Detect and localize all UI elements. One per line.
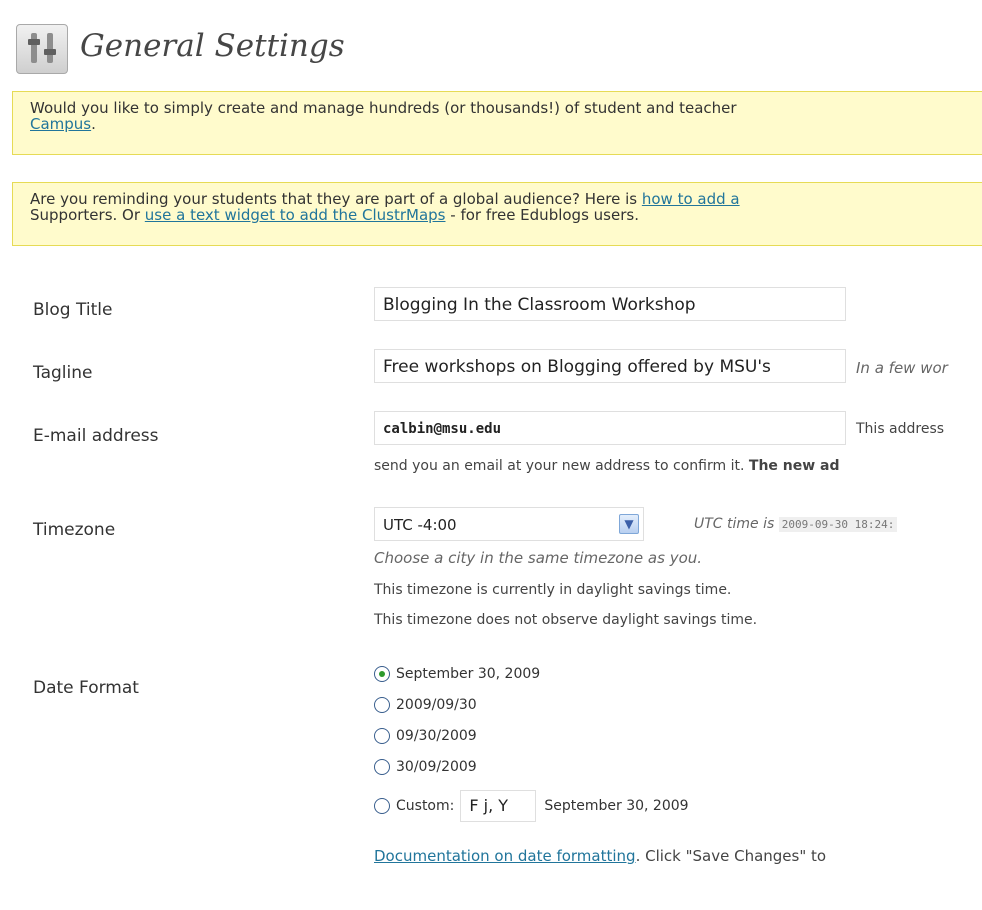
chevron-down-icon[interactable]: ▼ xyxy=(619,514,639,534)
utc-time-readout: UTC time is 2009-09-30 18:24: xyxy=(694,516,898,532)
notice-text: Would you like to simply create and mana… xyxy=(30,99,737,117)
icon-slider-knob xyxy=(44,49,56,55)
email-note: send you an email at your new address to… xyxy=(374,458,840,474)
icon-slider-bar xyxy=(31,33,37,63)
campus-notice: Would you like to simply create and mana… xyxy=(12,91,982,155)
timezone-selected: UTC -4:00 xyxy=(383,516,457,534)
dst-note: This timezone is currently in daylight s… xyxy=(374,582,732,598)
custom-label: Custom: xyxy=(396,798,455,814)
page-title: General Settings xyxy=(80,28,345,64)
date-format-label: Date Format xyxy=(33,678,139,698)
radio-label: 09/30/2009 xyxy=(396,728,477,744)
email-label: E-mail address xyxy=(33,426,159,446)
date-doc-after: . Click "Save Changes" to xyxy=(635,847,827,865)
notice-text: Supporters. Or xyxy=(30,206,145,224)
radio-label: 2009/09/30 xyxy=(396,697,477,713)
timezone-label: Timezone xyxy=(33,520,116,540)
clustrmaps-notice: Are you reminding your students that the… xyxy=(12,182,982,246)
date-format-option[interactable]: 30/09/2009 xyxy=(374,759,477,785)
settings-page: General Settings Would you like to simpl… xyxy=(0,0,982,910)
email-note-text: send you an email at your new address to… xyxy=(374,458,749,474)
email-note-bold: The new ad xyxy=(748,458,840,474)
timezone-hint: Choose a city in the same timezone as yo… xyxy=(374,549,703,567)
radio-icon[interactable] xyxy=(374,697,390,713)
observe-dst-note: This timezone does not observe daylight … xyxy=(374,612,758,628)
utc-time-value: 2009-09-30 18:24: xyxy=(778,517,898,532)
email-input[interactable]: calbin@msu.edu xyxy=(374,411,846,445)
notice-punct: . xyxy=(91,115,96,133)
clustrmaps-widget-link[interactable]: use a text widget to add the ClustrMaps xyxy=(145,206,446,224)
settings-sliders-icon xyxy=(16,24,68,74)
date-format-custom-option[interactable]: Custom: F j, Y September 30, 2009 xyxy=(374,788,689,824)
blog-title-input[interactable]: Blogging In the Classroom Workshop xyxy=(374,287,846,321)
tagline-input[interactable]: Free workshops on Blogging offered by MS… xyxy=(374,349,846,383)
tagline-hint: In a few wor xyxy=(856,359,948,377)
date-doc-line: Documentation on date formatting. Click … xyxy=(374,847,826,865)
radio-label: 30/09/2009 xyxy=(396,759,477,775)
date-format-option[interactable]: 09/30/2009 xyxy=(374,728,477,754)
radio-label: September 30, 2009 xyxy=(396,666,541,682)
radio-icon[interactable] xyxy=(374,728,390,744)
radio-checked-icon[interactable] xyxy=(374,666,390,682)
utc-time-label: UTC time is xyxy=(694,516,775,532)
tagline-label: Tagline xyxy=(33,363,93,383)
date-format-option[interactable]: September 30, 2009 xyxy=(374,666,540,692)
custom-format-preview: September 30, 2009 xyxy=(544,798,689,814)
icon-slider-knob xyxy=(28,39,40,45)
radio-icon[interactable] xyxy=(374,759,390,775)
timezone-select[interactable]: UTC -4:00 ▼ xyxy=(374,507,644,541)
how-to-add-link[interactable]: how to add a xyxy=(642,190,740,208)
blog-title-label: Blog Title xyxy=(33,300,113,320)
radio-icon[interactable] xyxy=(374,798,390,814)
campus-link[interactable]: Campus xyxy=(30,115,91,133)
icon-slider-bar xyxy=(47,33,53,63)
custom-format-input[interactable]: F j, Y xyxy=(460,790,537,822)
date-formatting-doc-link[interactable]: Documentation on date formatting xyxy=(374,847,636,865)
notice-text: - for free Edublogs users. xyxy=(445,206,639,224)
date-format-option[interactable]: 2009/09/30 xyxy=(374,697,477,723)
email-hint: This address xyxy=(856,421,945,437)
